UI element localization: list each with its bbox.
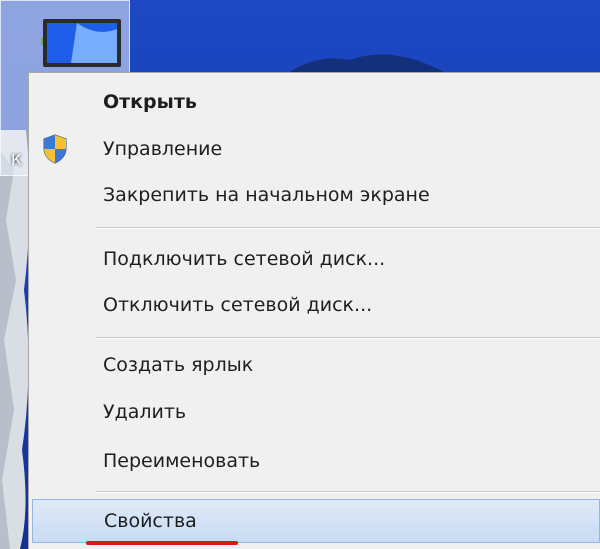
menu-item-create-shortcut[interactable]: Создать ярлык xyxy=(32,343,600,387)
menu-item-rename[interactable]: Переименовать xyxy=(32,439,600,483)
menu-item-label: Создать ярлык xyxy=(103,354,254,376)
menu-item-label: Удалить xyxy=(103,401,187,423)
menu-item-manage[interactable]: Управление xyxy=(32,127,600,171)
menu-item-disconnect-network-drive[interactable]: Отключить сетевой диск... xyxy=(32,283,600,327)
context-menu: Открыть Управление Закрепить на начально… xyxy=(28,72,600,549)
menu-item-label: Отключить сетевой диск... xyxy=(103,294,373,316)
menu-item-label: Управление xyxy=(103,138,223,160)
computer-icon-caption: К xyxy=(11,151,22,169)
menu-item-properties[interactable]: Свойства xyxy=(32,499,600,543)
menu-item-label: Свойства xyxy=(104,510,197,532)
menu-item-label: Открыть xyxy=(103,91,197,113)
menu-item-label: Подключить сетевой диск... xyxy=(103,248,386,270)
menu-item-label: Закрепить на начальном экране xyxy=(103,184,430,206)
desktop: К Открыть Управление Закрепить на началь… xyxy=(0,0,600,549)
menu-separator xyxy=(95,337,600,339)
computer-monitor-icon xyxy=(41,19,121,67)
menu-separator xyxy=(95,491,600,493)
annotation-underline xyxy=(86,541,238,545)
menu-item-delete[interactable]: Удалить xyxy=(32,390,600,434)
menu-item-label: Переименовать xyxy=(103,450,261,472)
menu-item-open[interactable]: Открыть xyxy=(32,80,600,124)
uac-shield-icon xyxy=(43,134,67,164)
menu-separator xyxy=(95,227,600,229)
menu-item-pin-to-start[interactable]: Закрепить на начальном экране xyxy=(32,173,600,217)
menu-item-map-network-drive[interactable]: Подключить сетевой диск... xyxy=(32,237,600,281)
